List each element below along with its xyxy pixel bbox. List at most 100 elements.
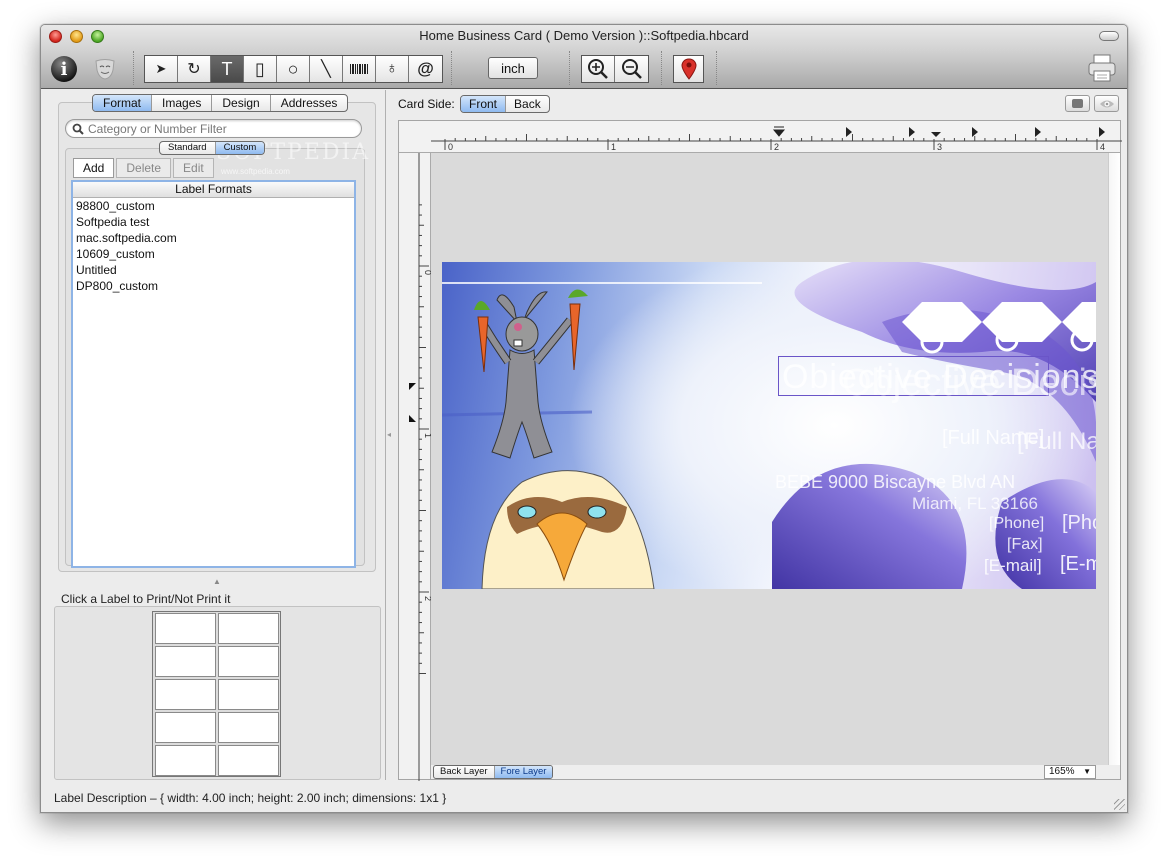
list-item[interactable]: 98800_custom [73, 198, 354, 214]
rectangle-icon[interactable]: ▯ [244, 56, 277, 82]
list-header[interactable]: Label Formats [73, 182, 354, 198]
drawing-tools: ➤ ↻ T ▯ ○ ╲ ♁ @ [144, 55, 443, 83]
zoom-controls [581, 55, 649, 83]
tab-addresses[interactable]: Addresses [271, 95, 348, 111]
ruler-label: 3 [937, 142, 942, 152]
card-fax-text[interactable]: [Fax] [1007, 536, 1043, 554]
standard-button[interactable]: Standard [160, 142, 216, 154]
tab-images[interactable]: Images [152, 95, 213, 111]
vertical-scrollbar[interactable] [1108, 153, 1120, 765]
category-filter-input[interactable] [88, 121, 348, 136]
card-email-text[interactable]: [E-mail] [984, 556, 1042, 576]
card-city-text[interactable]: Miami, FL 33166 [912, 494, 1038, 514]
canvas-area[interactable]: Objective Decisions Objective Decisions … [431, 153, 1108, 765]
tab-design[interactable]: Design [212, 95, 271, 111]
business-card[interactable]: Objective Decisions Objective Decisions … [442, 262, 1096, 589]
label-cell[interactable] [155, 646, 216, 677]
label-cell[interactable] [155, 613, 216, 644]
eagle-illustration [481, 470, 655, 589]
ruler-label: 2 [423, 596, 431, 601]
label-cell[interactable] [155, 679, 216, 710]
line-icon[interactable]: ╲ [310, 56, 343, 82]
eye-icon[interactable] [1094, 95, 1119, 112]
zoom-in-icon[interactable] [582, 56, 615, 82]
image-tool-glyph: ♁ [386, 60, 398, 77]
card-phone-text[interactable]: [Phone] [989, 515, 1044, 533]
printer-icon[interactable] [1087, 53, 1117, 83]
resize-grip[interactable] [1114, 799, 1125, 810]
rectangle-view-icon[interactable] [1065, 95, 1090, 112]
chevron-down-icon: ▼ [1083, 767, 1091, 776]
ruler-label: 0 [423, 270, 431, 275]
text-tool-icon[interactable]: T [211, 56, 244, 82]
tab-stop-marker [1035, 127, 1041, 137]
label-cell[interactable] [218, 712, 279, 743]
back-layer-button[interactable]: Back Layer [434, 766, 495, 778]
sheet-preview [54, 606, 381, 780]
margin-marker [409, 415, 416, 422]
tab-stop-marker [1099, 127, 1105, 137]
zoom-level-select[interactable]: 165% ▼ [1044, 765, 1096, 779]
unit-button[interactable]: inch [488, 57, 538, 79]
delete-button[interactable]: Delete [116, 158, 172, 178]
add-button[interactable]: Add [73, 158, 115, 178]
edit-button[interactable]: Edit [173, 158, 214, 178]
panel-collapse-handle[interactable]: ◂ [387, 430, 391, 439]
zoom-out-icon[interactable] [615, 56, 648, 82]
print-hint: Click a Label to Print/Not Print it [61, 592, 231, 606]
image-tool-icon[interactable]: ♁ [376, 56, 409, 82]
back-button[interactable]: Back [506, 96, 549, 112]
rotate-icon[interactable]: ↻ [178, 56, 211, 82]
view-buttons [1065, 95, 1119, 112]
tab-format[interactable]: Format [93, 95, 153, 111]
horizontal-ruler[interactable]: 0 1 2 3 4 [431, 121, 1122, 153]
tab-stop-marker [972, 127, 978, 137]
toolbar: Home Business Card ( Demo Version )::Sof… [41, 25, 1127, 89]
list-item[interactable]: 10609_custom [73, 246, 354, 262]
label-cell[interactable] [155, 745, 216, 776]
search-icon [72, 123, 84, 135]
fore-layer-button[interactable]: Fore Layer [494, 766, 553, 778]
toolbar-separator [661, 51, 662, 85]
vertical-ruler[interactable]: 0 1 2 [399, 153, 433, 781]
label-cell[interactable] [155, 712, 216, 743]
list-item[interactable]: Untitled [73, 262, 354, 278]
list-item[interactable]: mac.softpedia.com [73, 230, 354, 246]
at-sign-icon[interactable]: @ [409, 56, 442, 82]
map-pin-icon[interactable] [673, 55, 704, 83]
toolbar-toggle-button[interactable] [1099, 31, 1119, 41]
rabbit-illustration [474, 289, 588, 459]
rotate-tool-glyph: ↻ [187, 61, 201, 78]
layer-toggle: Back Layer Fore Layer [433, 765, 554, 779]
ellipse-icon[interactable]: ○ [277, 56, 310, 82]
list-item[interactable]: DP800_custom [73, 278, 354, 294]
card-address-text[interactable]: BEBE 9000 Biscayne Blvd AN [775, 472, 1015, 493]
panel-tabs: Format Images Design Addresses [92, 94, 349, 112]
label-cell[interactable] [218, 745, 279, 776]
category-filter-field[interactable] [65, 119, 362, 138]
card-phone-text-ghost: [Phone] [1062, 512, 1096, 534]
info-icon[interactable]: i [51, 56, 77, 82]
status-bar-text: Label Description – { width: 4.00 inch; … [54, 791, 447, 805]
card-email-text-ghost: [E-mail] [1060, 553, 1096, 575]
toolbar-separator [569, 51, 570, 85]
barcode-icon[interactable] [343, 56, 376, 82]
arrow-pointer-icon[interactable]: ➤ [145, 56, 178, 82]
ruler-label: 1 [423, 433, 431, 438]
split-handle[interactable]: ▲ [213, 577, 221, 586]
custom-button[interactable]: Custom [215, 142, 265, 154]
theater-mask-icon[interactable] [91, 55, 119, 83]
list-item[interactable]: Softpedia test [73, 214, 354, 230]
ruler-label: 1 [611, 142, 616, 152]
left-panel: Format Images Design Addresses Standard … [41, 90, 386, 780]
card-side-toggle: Front Back [460, 95, 550, 113]
text-tool-glyph: T [221, 58, 233, 79]
label-cell[interactable] [218, 613, 279, 644]
canvas-frame: 0 1 2 3 4 0 1 2 [398, 120, 1122, 781]
label-formats-list[interactable]: Label Formats 98800_custom Softpedia tes… [71, 180, 356, 568]
toolbar-separator [451, 51, 452, 85]
card-side-label: Card Side: [398, 97, 455, 111]
front-button[interactable]: Front [461, 96, 507, 112]
label-cell[interactable] [218, 679, 279, 710]
label-cell[interactable] [218, 646, 279, 677]
